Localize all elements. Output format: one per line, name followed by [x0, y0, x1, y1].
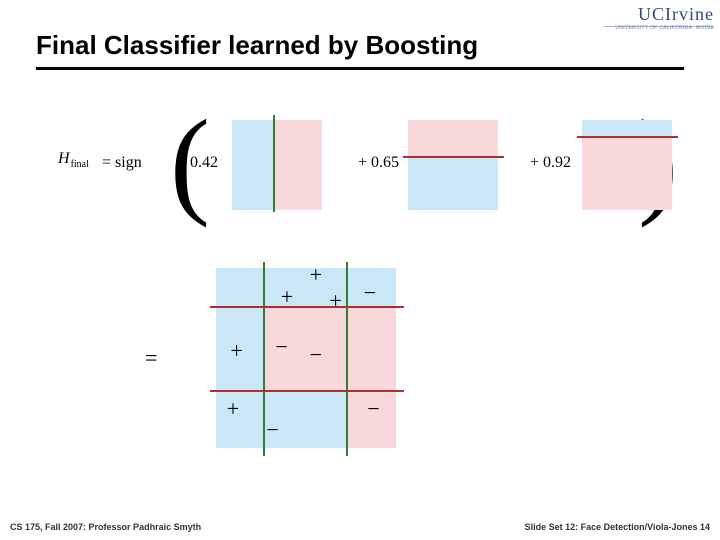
region-positive [408, 156, 498, 210]
region-positive [582, 120, 672, 136]
logo-main: UCIrvine [638, 4, 714, 24]
h-symbol: H [58, 150, 70, 167]
v-split-1 [263, 262, 265, 456]
h-split-2 [210, 390, 404, 392]
plus-icon: + [329, 290, 341, 312]
equation-row: Hfinal = sign ( 0.42 + 0.65 + 0.92 ) [50, 108, 690, 228]
title-rule [36, 67, 684, 70]
coef-1: 0.42 [190, 154, 218, 172]
split-line [273, 115, 275, 212]
plus-icon: + [281, 286, 293, 308]
split-line [577, 136, 678, 138]
weak-classifier-3 [582, 120, 672, 210]
slide-title: Final Classifier learned by Boosting [36, 30, 684, 61]
h-subscript: final [71, 159, 89, 170]
minus-icon: − [266, 419, 278, 441]
region-negative [408, 120, 498, 156]
plus-icon: + [227, 398, 239, 420]
footer-left: CS 175, Fall 2007: Professor Padhraic Sm… [10, 522, 201, 532]
weak-classifier-1 [232, 120, 322, 210]
logo-text: UCIrvine [638, 4, 714, 25]
final-classifier-box: + + + − + − − + − − + [216, 268, 396, 448]
minus-icon: − [367, 398, 379, 420]
footer-right: Slide Set 12: Face Detection/Viola-Jones… [525, 522, 710, 532]
minus-icon: − [275, 336, 287, 358]
h-final-symbol: Hfinal [58, 150, 89, 170]
sign-eq: = sign [102, 154, 142, 172]
h-split-1 [210, 306, 404, 308]
plus-icon: + [230, 340, 242, 362]
equals-result: = [145, 345, 157, 371]
minus-icon: − [310, 344, 322, 366]
region-positive [232, 120, 273, 210]
region-negative [273, 120, 323, 210]
coef-2: + 0.65 [358, 154, 399, 172]
uci-logo: UCIrvine UNIVERSITY OF CALIFORNIA, IRVIN… [604, 4, 714, 31]
plus-icon: + [310, 264, 322, 286]
footer: CS 175, Fall 2007: Professor Padhraic Sm… [0, 522, 720, 532]
v-split-2 [346, 262, 348, 456]
title-area: Final Classifier learned by Boosting [36, 30, 684, 70]
coef-3: + 0.92 [530, 154, 571, 172]
weak-classifier-2 [408, 120, 498, 210]
region-negative [582, 136, 672, 210]
minus-icon: − [364, 282, 376, 304]
split-line [403, 156, 504, 158]
slide: UCIrvine UNIVERSITY OF CALIFORNIA, IRVIN… [0, 0, 720, 540]
